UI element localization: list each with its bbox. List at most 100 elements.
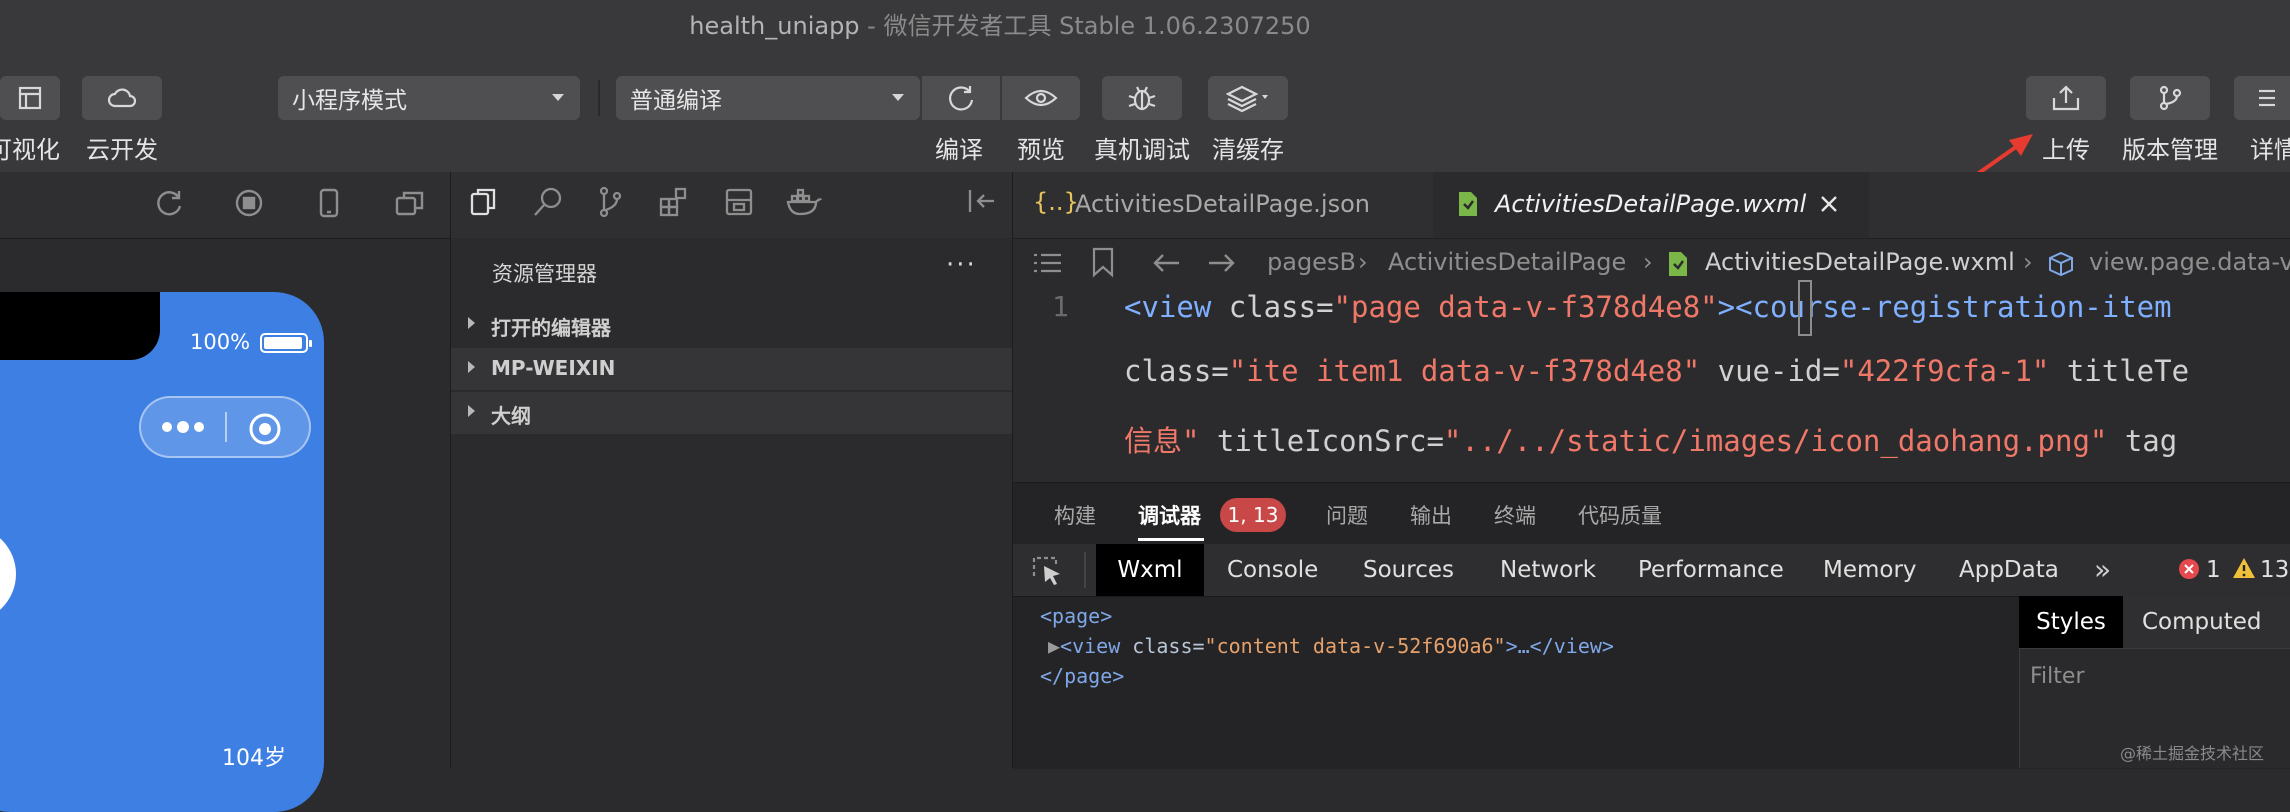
code-attr: class= bbox=[1124, 354, 1229, 388]
breadcrumb-symbol[interactable]: view.page.data-v bbox=[2089, 248, 2290, 276]
title-project: health_uniapp bbox=[689, 12, 860, 40]
breadcrumb-pagesb[interactable]: pagesB bbox=[1267, 248, 1356, 276]
search-button[interactable] bbox=[532, 186, 564, 222]
code-line-3[interactable]: 信息" titleIconSrc="../../static/images/ic… bbox=[1124, 418, 2177, 460]
detail-button[interactable] bbox=[2234, 76, 2290, 120]
bookmark-icon[interactable] bbox=[1091, 246, 1115, 278]
menu-icon bbox=[2259, 89, 2275, 107]
layers-icon bbox=[1226, 85, 1268, 113]
tab-label: ActivitiesDetailPage.json bbox=[1075, 190, 1370, 218]
file-icon bbox=[1459, 192, 1477, 216]
layout-icon bbox=[18, 86, 42, 110]
arrow-left-icon[interactable] bbox=[1151, 250, 1181, 276]
error-count[interactable]: 1 bbox=[2206, 544, 2221, 596]
arrow-right-icon[interactable] bbox=[1207, 250, 1237, 276]
windows-button[interactable] bbox=[394, 188, 426, 222]
title-app: - 微信开发者工具 Stable 1.06.2307250 bbox=[859, 12, 1311, 40]
devtools-tab-performance[interactable]: Performance bbox=[1638, 544, 1784, 596]
files-button[interactable] bbox=[468, 186, 498, 222]
warning-count[interactable]: 13 bbox=[2260, 544, 2289, 596]
tab-build[interactable]: 构建 bbox=[1054, 500, 1096, 530]
mini-program-capsule[interactable] bbox=[139, 396, 311, 458]
dom-node-page-open[interactable]: <page> bbox=[1040, 604, 1112, 628]
tab-debugger[interactable]: 调试器 bbox=[1138, 500, 1201, 530]
visual-label: 可视化 bbox=[0, 136, 60, 164]
eye-icon bbox=[1024, 89, 1058, 107]
explorer-more-button[interactable]: ··· bbox=[946, 250, 977, 280]
code-attr: vue-id= bbox=[1700, 354, 1840, 388]
devtools-tab-wxml[interactable]: Wxml bbox=[1096, 544, 1204, 596]
version-label: 版本管理 bbox=[2122, 136, 2218, 164]
close-target-icon[interactable] bbox=[247, 411, 283, 447]
battery-percent: 100% bbox=[190, 330, 251, 354]
extensions-button[interactable] bbox=[658, 186, 690, 222]
devtools-more-tabs[interactable]: » bbox=[2094, 544, 2111, 596]
breadcrumb-folder[interactable]: ActivitiesDetailPage bbox=[1388, 248, 1626, 276]
inspect-icon[interactable] bbox=[1030, 554, 1064, 588]
devtools-tab-sources[interactable]: Sources bbox=[1363, 544, 1454, 596]
styles-filter-input[interactable]: Filter bbox=[2030, 664, 2084, 689]
collapse-left-icon bbox=[968, 190, 994, 212]
tab-computed[interactable]: Computed bbox=[2142, 596, 2261, 648]
compile-button[interactable] bbox=[922, 76, 1000, 120]
devtools-tab-appdata[interactable]: AppData bbox=[1959, 544, 2059, 596]
tab-problems[interactable]: 问题 bbox=[1326, 500, 1368, 530]
active-tab-underline bbox=[1138, 538, 1204, 541]
storage-button[interactable] bbox=[724, 186, 754, 222]
collapse-panel-button[interactable] bbox=[966, 186, 996, 220]
code-line-2[interactable]: class="ite item1 data-v-f378d4e8" vue-id… bbox=[1124, 354, 2189, 388]
upload-button[interactable] bbox=[2026, 76, 2106, 120]
breadcrumb-separator: › bbox=[1643, 248, 1653, 276]
capsule-divider bbox=[225, 412, 227, 442]
simulator-toolbar bbox=[0, 172, 450, 239]
rotate-button[interactable] bbox=[154, 188, 184, 222]
code-line-1[interactable]: <view class="page data-v-f378d4e8"><cour… bbox=[1124, 290, 2172, 324]
version-button[interactable] bbox=[2130, 76, 2210, 120]
tab-output[interactable]: 输出 bbox=[1410, 500, 1452, 530]
compile-select-value: 普通编译 bbox=[630, 88, 722, 114]
devtools-tab-console[interactable]: Console bbox=[1227, 544, 1318, 596]
tab-wxml-file[interactable]: ActivitiesDetailPage.wxml bbox=[1433, 172, 1869, 238]
tree-item-open-editors[interactable]: 打开的编辑器 bbox=[451, 304, 1012, 346]
cloud-button[interactable] bbox=[82, 76, 162, 120]
error-icon bbox=[2179, 559, 2199, 579]
tab-code-quality[interactable]: 代码质量 bbox=[1578, 500, 1662, 530]
real-device-debug-button[interactable] bbox=[1102, 76, 1182, 120]
tab-styles[interactable]: Styles bbox=[2019, 596, 2123, 648]
preview-button[interactable] bbox=[1002, 76, 1080, 120]
code-string: "../../static/images/icon_daohang.png" bbox=[1443, 424, 2108, 458]
stop-button[interactable] bbox=[234, 188, 264, 222]
visual-button[interactable] bbox=[0, 76, 60, 120]
tab-json-file[interactable]: {..} ActivitiesDetailPage.json bbox=[1013, 172, 1433, 238]
chevron-right-icon bbox=[468, 405, 475, 417]
clear-cache-button[interactable] bbox=[1208, 76, 1288, 120]
source-control-button[interactable] bbox=[596, 186, 624, 222]
breadcrumb-file[interactable]: ActivitiesDetailPage.wxml bbox=[1705, 248, 2015, 276]
detail-label: 详情 bbox=[2250, 136, 2290, 164]
clear-cache-label: 清缓存 bbox=[1212, 136, 1284, 164]
close-icon[interactable] bbox=[1819, 194, 1839, 214]
dom-node-view[interactable]: ▶<view class="content data-v-52f690a6">…… bbox=[1048, 634, 1614, 658]
more-dots-icon[interactable] bbox=[159, 416, 209, 438]
code-tag: ><course-registration-item bbox=[1717, 290, 2172, 324]
code-string: 信息" bbox=[1124, 424, 1200, 458]
real-device-debug-label: 真机调试 bbox=[1094, 136, 1190, 164]
dom-node-page-close[interactable]: </page> bbox=[1040, 664, 1124, 688]
chevron-right-icon bbox=[468, 317, 475, 329]
devtools-tab-network[interactable]: Network bbox=[1500, 544, 1596, 596]
search-icon bbox=[534, 187, 562, 216]
tree-item-mp-weixin[interactable]: MP-WEIXIN bbox=[451, 348, 1012, 390]
explorer-title: 资源管理器 bbox=[492, 262, 597, 286]
expand-triangle-icon[interactable]: ▶ bbox=[1048, 634, 1060, 658]
list-icon[interactable] bbox=[1033, 250, 1063, 276]
refresh-icon bbox=[949, 86, 974, 111]
device-button[interactable] bbox=[316, 188, 342, 222]
compile-select[interactable]: 普通编译 bbox=[616, 76, 920, 120]
age-text: 104岁 bbox=[222, 746, 286, 771]
dom-attr: class= bbox=[1132, 634, 1205, 658]
devtools-tab-memory[interactable]: Memory bbox=[1823, 544, 1917, 596]
docker-button[interactable] bbox=[786, 186, 823, 222]
tree-item-outline[interactable]: 大纲 bbox=[451, 392, 1012, 434]
tab-terminal[interactable]: 终端 bbox=[1494, 500, 1536, 530]
mode-select[interactable]: 小程序模式 bbox=[278, 76, 580, 120]
